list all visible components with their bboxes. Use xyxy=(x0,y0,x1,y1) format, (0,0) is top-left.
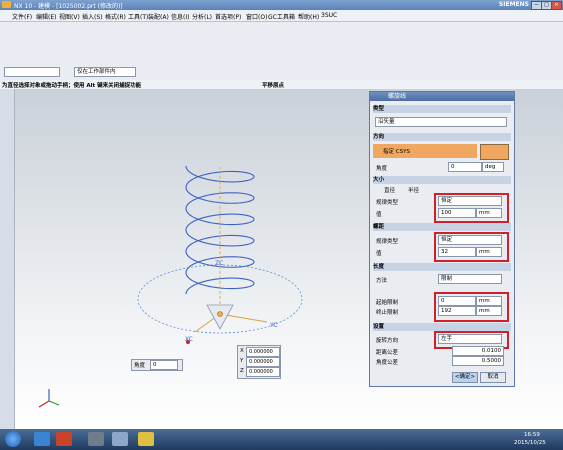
section-settings[interactable]: 设置 xyxy=(373,323,511,331)
window-title: NX 10 - 建模 - [1025002.prt (修改的)] xyxy=(14,3,123,10)
taskbar: 16:59 2015/10/25 xyxy=(0,429,563,450)
pitch-value-input[interactable]: 32 xyxy=(438,247,476,257)
menu-info[interactable]: 信息(I) xyxy=(171,12,189,21)
coord-x-axis: X xyxy=(240,348,244,354)
angle-tolerance-label: 角度公差 xyxy=(376,360,399,366)
taskbar-time: 16:59 xyxy=(524,432,540,438)
coord-z-axis: Z xyxy=(240,368,244,374)
start-button[interactable] xyxy=(5,431,21,447)
distance-tolerance-label: 距离公差 xyxy=(376,350,399,356)
distance-tolerance-input[interactable]: 0.0100 xyxy=(452,346,504,356)
method-select[interactable]: 限制 xyxy=(438,274,502,284)
start-limit-label: 起始限制 xyxy=(376,300,399,306)
rotation-select[interactable]: 左手 xyxy=(438,334,502,344)
angle-input[interactable]: 0 xyxy=(448,162,482,172)
zc-label: ZC xyxy=(215,260,223,267)
coord-z-input[interactable]: 0.000000 xyxy=(246,367,280,377)
menu-file[interactable]: 文件(F) xyxy=(12,12,32,21)
menu-preferences[interactable]: 首选项(P) xyxy=(215,12,241,21)
start-limit-unit[interactable]: mm xyxy=(476,296,502,306)
angle-handle-input[interactable]: 0 xyxy=(150,360,178,370)
taskbar-date: 2015/10/25 xyxy=(514,440,546,446)
cancel-button[interactable]: 取消 xyxy=(480,372,506,383)
resource-bar xyxy=(0,89,15,429)
size-value-label: 值 xyxy=(376,212,382,218)
helix-dialog: 螺旋线 类型 沿矢量 方向 指定 CSYS 角度 0 deg 大小 直径 半径 … xyxy=(369,91,515,387)
menu-tools[interactable]: 工具(T) xyxy=(128,12,148,21)
csys-dialog-button[interactable] xyxy=(480,144,509,160)
title-bar: NX 10 - 建模 - [1025002.prt (修改的)] SIEMENS… xyxy=(0,0,563,10)
section-type[interactable]: 类型 xyxy=(373,105,511,113)
size-law-select[interactable]: 恒定 xyxy=(438,196,502,206)
xc-label: XC xyxy=(185,336,193,343)
menu-assembly[interactable]: 装配(A) xyxy=(148,12,169,21)
pitch-law-select[interactable]: 恒定 xyxy=(438,235,502,245)
size-unit[interactable]: mm xyxy=(476,208,502,218)
menu-window[interactable]: 窗口(O) xyxy=(246,12,267,21)
menu-analysis[interactable]: 分析(L) xyxy=(192,12,212,21)
radio-diameter[interactable]: 直径 xyxy=(384,186,395,194)
angle-label: 角度 xyxy=(376,166,388,172)
dialog-title: 螺旋线 xyxy=(388,93,407,100)
pitch-law-label: 规律类型 xyxy=(376,239,399,245)
selection-toolbar: 仅在工作部件内 xyxy=(0,62,563,81)
size-law-label: 规律类型 xyxy=(376,200,399,206)
end-limit-label: 终止限制 xyxy=(376,310,399,316)
angle-handle-box: 角度 0 xyxy=(131,359,183,371)
toolbar-row-3 xyxy=(0,48,563,63)
dialog-title-bar: 螺旋线 xyxy=(370,92,514,101)
scope-filter-select[interactable]: 仅在工作部件内 xyxy=(74,67,136,77)
toolbar-row-1 xyxy=(0,22,563,36)
taskbar-app-5[interactable] xyxy=(138,432,154,446)
method-label: 方法 xyxy=(376,278,388,284)
menu-gc-toolbox[interactable]: GC工具箱 xyxy=(268,12,295,21)
siemens-brand: SIEMENS xyxy=(498,1,529,8)
section-length[interactable]: 长度 xyxy=(373,263,511,271)
radio-radius[interactable]: 半径 xyxy=(408,186,419,194)
menu-bar: 文件(F) 编辑(E) 视图(V) 插入(S) 格式(R) 工具(T) 装配(A… xyxy=(0,10,563,22)
size-value-input[interactable]: 100 xyxy=(438,208,476,218)
menu-view[interactable]: 视图(V) xyxy=(59,12,80,21)
helix-curve xyxy=(185,165,255,295)
type-filter-select[interactable] xyxy=(4,67,60,77)
rotation-label: 旋转方向 xyxy=(376,338,399,344)
menu-edit[interactable]: 编辑(E) xyxy=(36,12,56,21)
end-limit-unit[interactable]: mm xyxy=(476,306,502,316)
csys-triad xyxy=(206,304,234,330)
menu-3suc[interactable]: 3SUC xyxy=(321,12,337,19)
toolbar-row-2 xyxy=(0,35,563,49)
origin-point xyxy=(217,311,223,317)
menu-insert[interactable]: 插入(S) xyxy=(82,12,103,21)
coord-y-input[interactable]: 0.000000 xyxy=(246,357,280,367)
pitch-unit[interactable]: mm xyxy=(476,247,502,257)
angle-unit[interactable]: deg xyxy=(482,162,504,172)
csys-selection-row[interactable]: 指定 CSYS xyxy=(373,144,477,158)
angle-tolerance-input[interactable]: 0.5000 xyxy=(452,356,504,366)
section-direction[interactable]: 方向 xyxy=(373,133,511,141)
coordinate-box: X 0.000000 Y 0.000000 Z 0.000000 xyxy=(237,345,281,379)
taskbar-app-2[interactable] xyxy=(56,432,72,446)
menu-format[interactable]: 格式(R) xyxy=(105,12,126,21)
section-pitch[interactable]: 螺距 xyxy=(373,223,511,231)
coord-x-input[interactable]: 0.000000 xyxy=(246,347,280,357)
taskbar-app-4[interactable] xyxy=(112,432,128,446)
nx-logo-icon xyxy=(2,1,11,8)
end-limit-input[interactable]: 192 xyxy=(438,306,476,316)
pitch-value-label: 值 xyxy=(376,251,382,257)
yc-label: YC xyxy=(269,322,278,329)
start-limit-input[interactable]: 0 xyxy=(438,296,476,306)
taskbar-app-3[interactable] xyxy=(88,432,104,446)
csys-label: 指定 CSYS xyxy=(383,149,410,155)
view-triad-icon xyxy=(38,389,60,408)
type-select[interactable]: 沿矢量 xyxy=(375,117,507,127)
ok-button[interactable]: <确定> xyxy=(452,372,478,383)
close-button[interactable]: ✕ xyxy=(551,1,562,10)
status-prompt: 为直径选择对象或拖动手柄；使用 Alt 键来关闭捕捉功能 xyxy=(2,83,142,89)
menu-help[interactable]: 帮助(H) xyxy=(298,12,319,21)
taskbar-app-1[interactable] xyxy=(34,432,50,446)
coord-y-axis: Y xyxy=(240,358,244,364)
section-size[interactable]: 大小 xyxy=(373,176,511,184)
angle-handle-label: 角度 xyxy=(134,363,146,369)
status-center: 平移原点 xyxy=(262,83,285,89)
